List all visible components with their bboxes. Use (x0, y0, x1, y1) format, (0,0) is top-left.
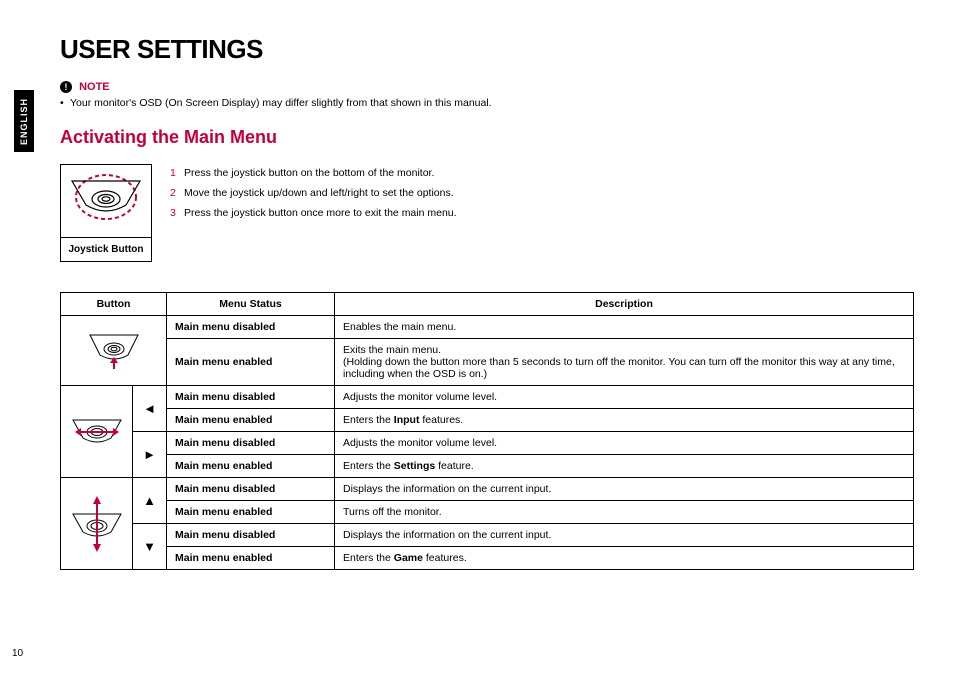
note-text: Your monitor's OSD (On Screen Display) m… (60, 97, 914, 109)
table-row: Exits the main menu. (Holding down the b… (335, 339, 914, 386)
table-row: Main menu enabled (167, 455, 335, 478)
table-row: Main menu disabled (167, 478, 335, 501)
col-status: Menu Status (167, 293, 335, 316)
button-updown-icon (61, 478, 133, 570)
table-row: Enters the Settings feature. (335, 455, 914, 478)
table-row: Main menu disabled (167, 524, 335, 547)
table-row: Main menu disabled (167, 316, 335, 339)
table-row: Enters the Input features. (335, 409, 914, 432)
table-row: Main menu disabled (167, 432, 335, 455)
arrow-up-icon: ▲ (133, 478, 167, 524)
table-row: Adjusts the monitor volume level. (335, 386, 914, 409)
arrow-down-icon: ▼ (133, 524, 167, 570)
button-leftright-icon (61, 386, 133, 478)
table-row: Enters the Game features. (335, 547, 914, 570)
joystick-caption: Joystick Button (60, 238, 152, 262)
table-row: Main menu enabled (167, 501, 335, 524)
button-table: Button Menu Status Description Main menu… (60, 292, 914, 570)
joystick-figure: Joystick Button (60, 164, 152, 262)
joystick-icon (66, 171, 146, 231)
table-row: Turns off the monitor. (335, 501, 914, 524)
col-desc: Description (335, 293, 914, 316)
page-title: USER SETTINGS (60, 34, 914, 65)
note-label: NOTE (79, 81, 110, 93)
arrow-right-icon: ► (133, 432, 167, 478)
steps-list: 1Press the joystick button on the bottom… (170, 164, 457, 224)
table-row: Displays the information on the current … (335, 524, 914, 547)
note-block: ! NOTE Your monitor's OSD (On Screen Dis… (60, 81, 914, 109)
table-row: Adjusts the monitor volume level. (335, 432, 914, 455)
table-row: Main menu disabled (167, 386, 335, 409)
table-row: Main menu enabled (167, 409, 335, 432)
section-heading: Activating the Main Menu (60, 127, 914, 148)
table-row: Main menu enabled (167, 339, 335, 386)
step-1: Press the joystick button on the bottom … (184, 167, 434, 179)
col-button: Button (61, 293, 167, 316)
note-icon: ! (60, 81, 72, 93)
language-tab: ENGLISH (14, 90, 34, 152)
table-row: Displays the information on the current … (335, 478, 914, 501)
arrow-left-icon: ◄ (133, 386, 167, 432)
table-row: Main menu enabled (167, 547, 335, 570)
step-2: Move the joystick up/down and left/right… (184, 187, 454, 199)
step-3: Press the joystick button once more to e… (184, 207, 457, 219)
page-number: 10 (12, 648, 23, 659)
button-press-icon (61, 316, 167, 386)
table-row: Enables the main menu. (335, 316, 914, 339)
